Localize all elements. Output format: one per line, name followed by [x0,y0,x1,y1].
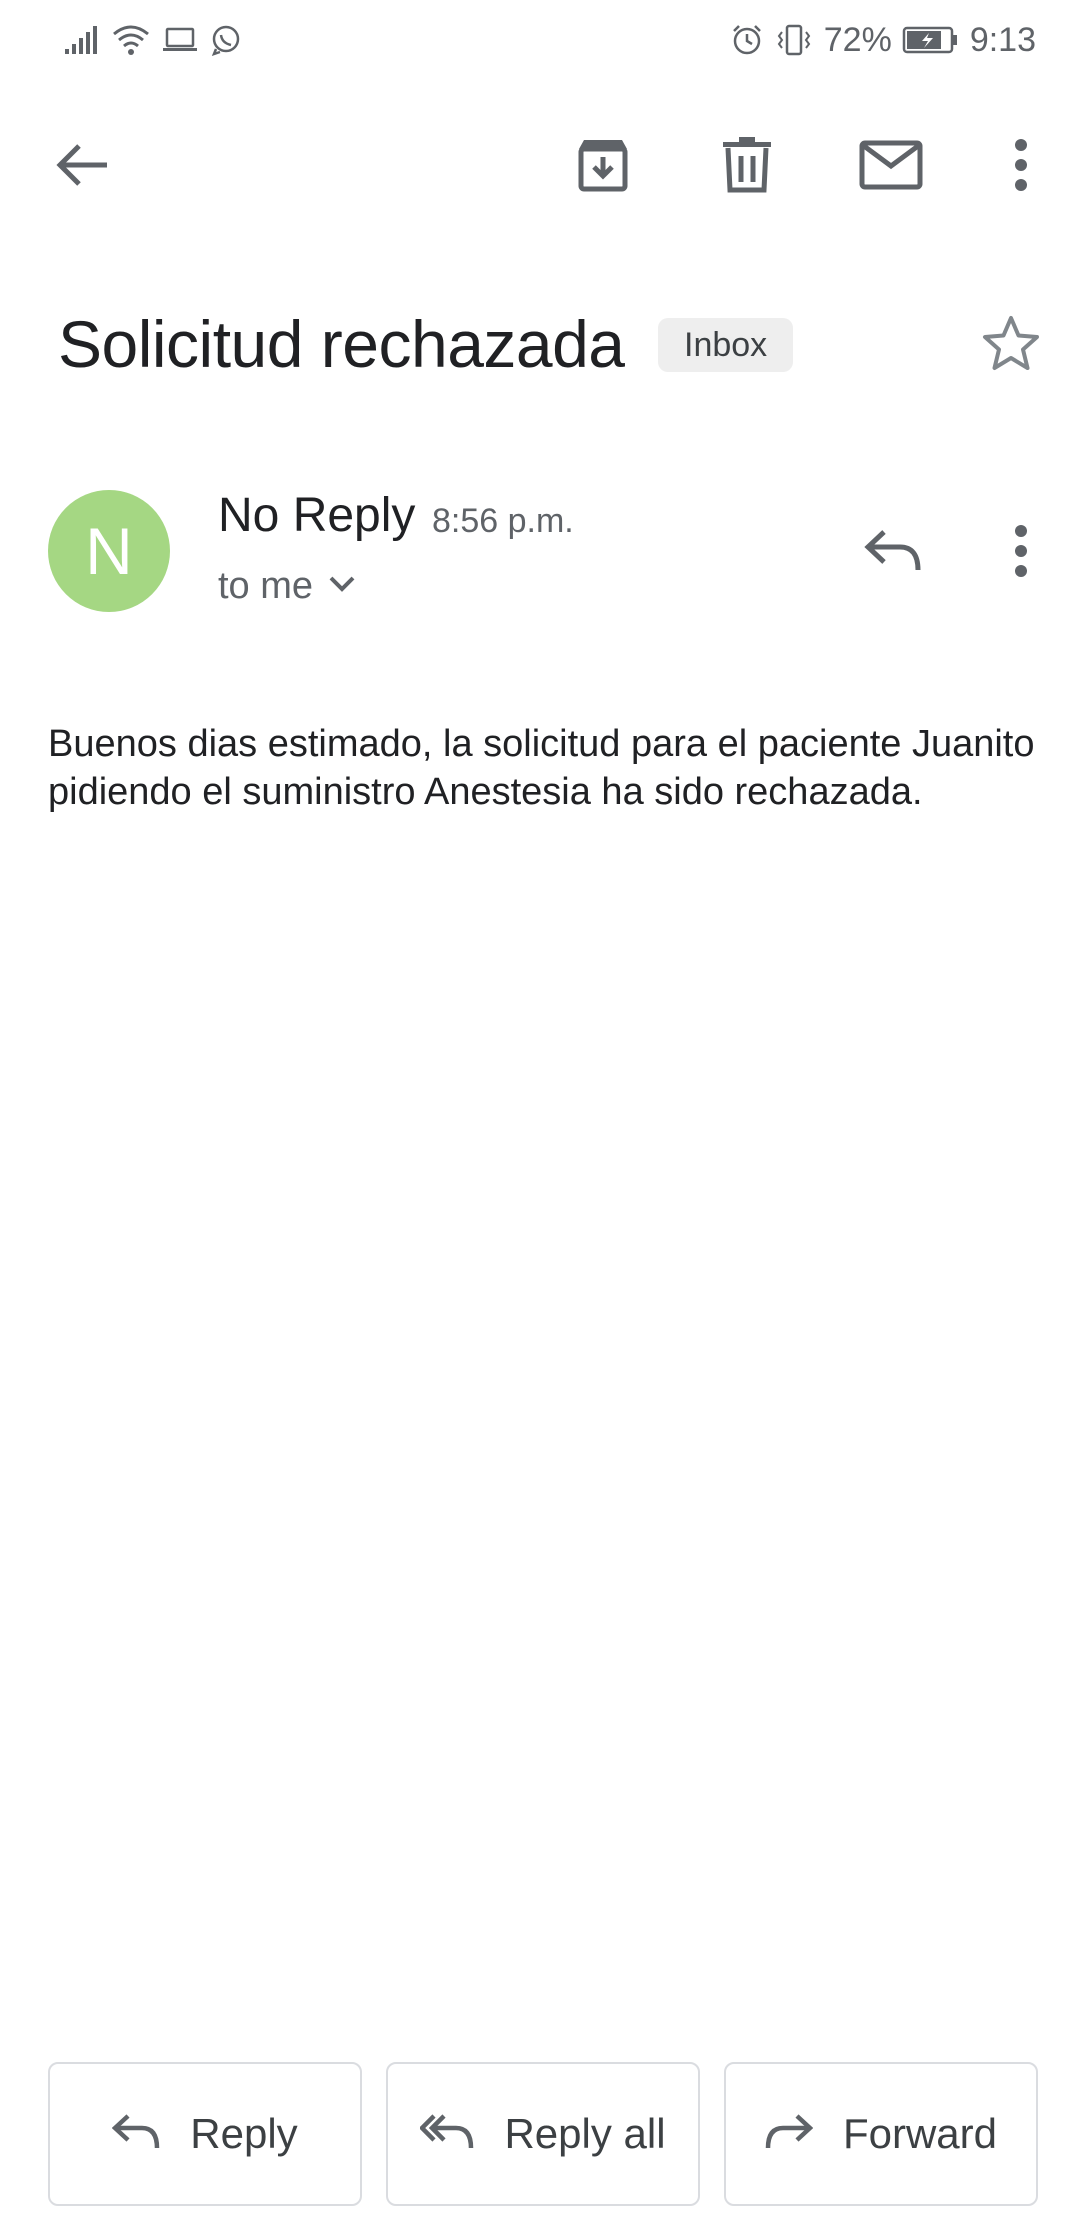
back-button[interactable] [38,120,128,210]
reply-icon [864,528,922,579]
wifi-icon [112,24,150,56]
battery-charging-icon [902,25,960,55]
inbox-label-chip[interactable]: Inbox [658,318,794,372]
status-icons-left [64,20,242,60]
reply-icon [111,2113,160,2156]
reply-icon-button[interactable] [848,508,938,598]
more-vert-icon [1014,524,1028,582]
chevron-down-icon [327,574,357,599]
reply-all-button[interactable]: Reply all [386,2062,700,2206]
reply-all-label: Reply all [504,2110,666,2157]
delete-icon [721,136,773,194]
status-bar: 72% 9:13 [0,0,1080,80]
forward-button[interactable]: Forward [724,2062,1038,2206]
more-options-button[interactable] [976,120,1066,210]
clock: 9:13 [969,20,1036,59]
sender-name: No Reply [218,489,416,542]
forward-icon [765,2113,814,2156]
reply-button[interactable]: Reply [48,2062,362,2206]
arrow-back-icon [55,140,111,190]
recipient-text: to me [218,564,314,607]
mark-unread-button[interactable] [846,120,936,210]
star-outline-icon [981,314,1041,377]
sent-time: 8:56 p.m. [432,502,574,540]
archive-icon [575,137,631,193]
forward-label: Forward [842,2110,998,2157]
whatsapp-icon [210,24,242,56]
alarm-icon [730,23,764,57]
email-subject: Solicitud rechazada [58,307,625,381]
recipient-details-toggle[interactable]: to me [218,556,357,616]
message-body: Buenos dias estimado, la solicitud para … [48,723,1035,813]
mail-icon [859,140,923,190]
battery-percent: 72% [823,20,892,59]
signal-icon [64,25,100,55]
top-app-bar [0,100,1080,230]
reply-all-icon [419,2113,474,2156]
archive-button[interactable] [558,120,648,210]
reply-label: Reply [190,2110,298,2157]
sender-avatar[interactable]: N [48,490,170,612]
more-vert-icon [1014,139,1028,191]
message-actions: Reply Reply all Forward [48,2062,1038,2206]
vibrate-icon [774,23,814,57]
star-button[interactable] [966,300,1056,390]
laptop-icon [162,26,198,54]
status-icons-right: 72% 9:13 [730,20,1036,60]
message-more-button[interactable] [976,508,1066,598]
delete-button[interactable] [702,120,792,210]
subject-row: Solicitud rechazada Inbox [58,300,1039,390]
